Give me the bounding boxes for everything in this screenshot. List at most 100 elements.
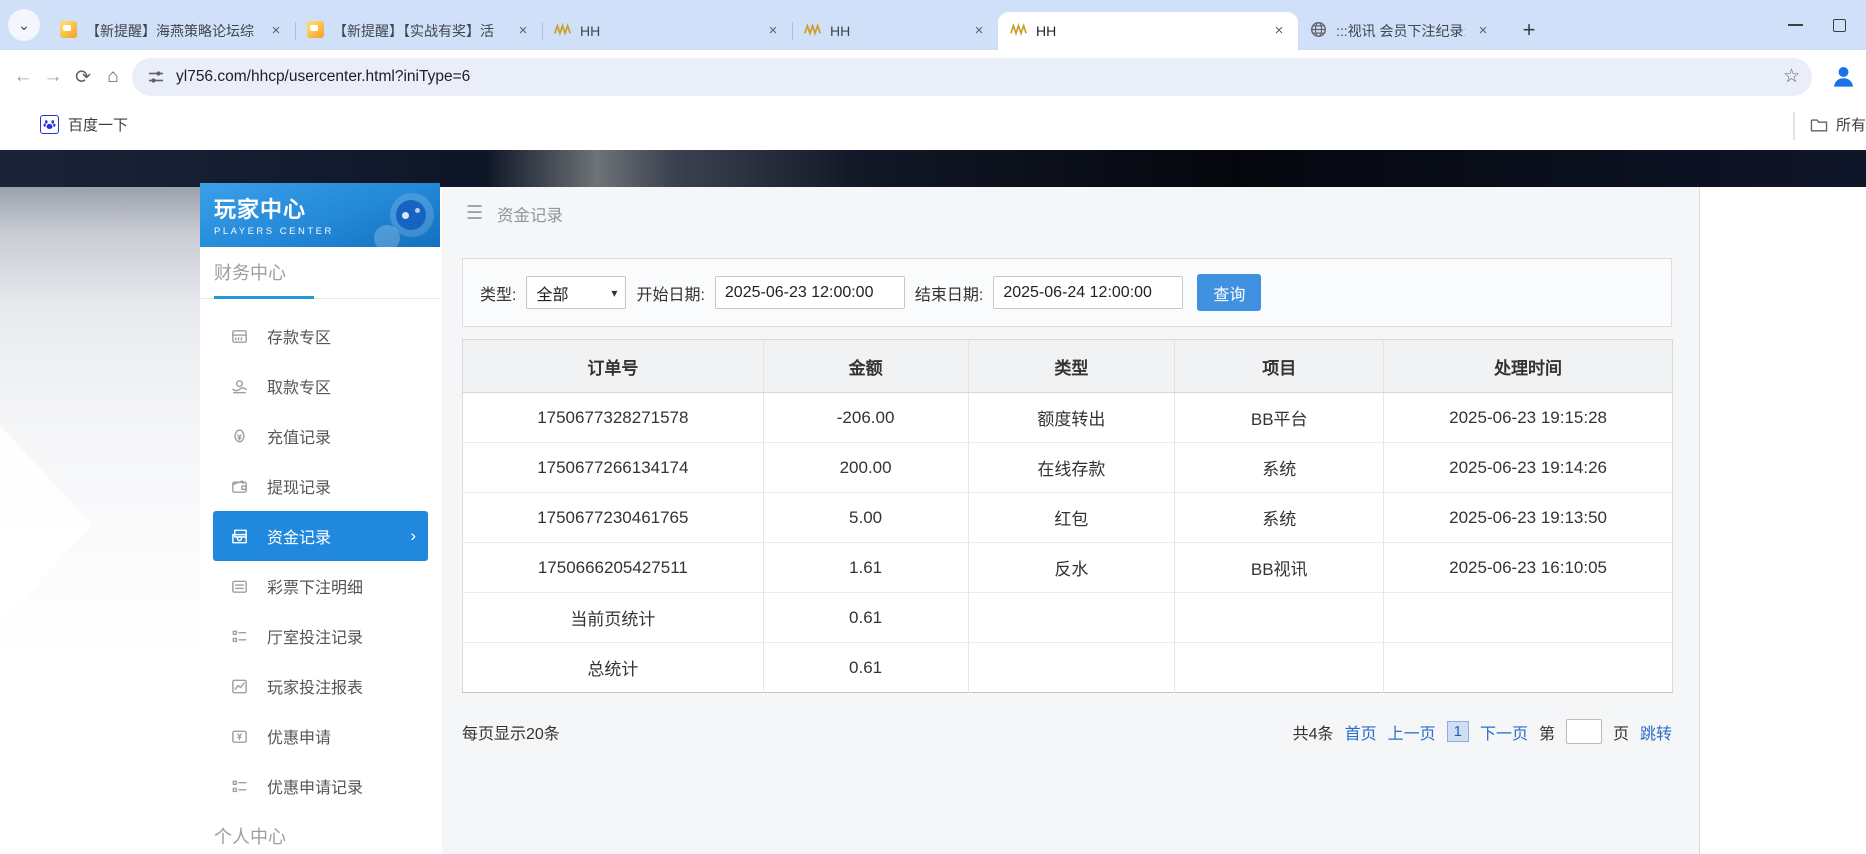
sidebar-item-deposit[interactable]: 存款专区 bbox=[200, 311, 440, 361]
section-underline bbox=[200, 296, 440, 299]
jump-label-pre: 第 bbox=[1539, 720, 1555, 744]
bookmark-star-icon[interactable]: ☆ bbox=[1783, 65, 1800, 89]
tab-close-icon[interactable]: × bbox=[1474, 22, 1492, 40]
tab[interactable]: :::视讯 会员下注纪录:::× bbox=[1298, 12, 1502, 50]
sidebar-item-label: 提现记录 bbox=[267, 474, 331, 498]
tab[interactable]: 【新提醒】【实战有奖】活 × bbox=[295, 12, 542, 50]
sidebar-item-promo-apply[interactable]: 优惠申请 bbox=[200, 711, 440, 761]
tab[interactable]: HH × bbox=[542, 12, 792, 50]
hamburger-icon[interactable]: ☰ bbox=[466, 202, 483, 225]
tab-search-dropdown[interactable]: ⌄ bbox=[8, 9, 40, 41]
end-date-input[interactable] bbox=[993, 276, 1183, 309]
table-cell: 2025-06-23 19:14:26 bbox=[1384, 443, 1673, 493]
tab[interactable]: HH× bbox=[792, 12, 998, 50]
tab-title: 【新提醒】【实战有奖】活 bbox=[333, 21, 505, 41]
sidebar-item-withdraw-record[interactable]: 提现记录 bbox=[200, 461, 440, 511]
sidebar-item-label: 优惠申请 bbox=[267, 724, 331, 748]
table-cell bbox=[1384, 593, 1673, 643]
tab-title: 【新提醒】海燕策略论坛综 bbox=[86, 21, 258, 41]
wallet-icon bbox=[230, 477, 249, 496]
table-cell: 1.61 bbox=[763, 543, 968, 593]
main-content: ☰ 资金记录 类型: 全部 ▾ 开始日期: 结束日期: 查询 bbox=[442, 187, 1700, 854]
table-cell: 200.00 bbox=[763, 443, 968, 493]
tab-title: HH bbox=[580, 23, 755, 39]
forward-icon[interactable]: → bbox=[40, 64, 66, 90]
withdraw-icon bbox=[230, 377, 249, 396]
sidebar-item-player-report[interactable]: 玩家投注报表 bbox=[200, 661, 440, 711]
grid-list-icon bbox=[230, 777, 249, 796]
tab-close-icon[interactable]: × bbox=[267, 22, 285, 40]
prev-page-link[interactable]: 上一页 bbox=[1388, 720, 1436, 744]
sidebar-section-finance: 财务中心 bbox=[200, 256, 440, 290]
page-viewport: 玩家中心 PLAYERS CENTER 财务中心 存款专区取款专区充值记录提现记… bbox=[0, 150, 1866, 854]
reload-icon[interactable]: ⟳ bbox=[70, 64, 96, 90]
deposit-icon bbox=[230, 327, 249, 346]
table-header-cell: 金额 bbox=[763, 340, 968, 393]
bookmark-label: 百度一下 bbox=[68, 114, 128, 135]
message-icon bbox=[60, 21, 77, 41]
tab-close-icon[interactable]: × bbox=[764, 22, 782, 40]
filter-bar: 类型: 全部 ▾ 开始日期: 结束日期: 查询 bbox=[462, 258, 1672, 327]
pagination-controls: 共4条 首页 上一页 1 下一页 第 页 跳转 bbox=[1293, 719, 1672, 744]
url-text[interactable]: yl756.com/hhcp/usercenter.html?iniType=6 bbox=[176, 68, 470, 86]
gamepad-graphic bbox=[364, 191, 434, 243]
table-cell: 0.61 bbox=[763, 643, 968, 693]
home-icon[interactable]: ⌂ bbox=[100, 64, 126, 90]
table-cell: -206.00 bbox=[763, 393, 968, 443]
sidebar-item-lottery-detail[interactable]: 彩票下注明细 bbox=[200, 561, 440, 611]
minimize-icon[interactable] bbox=[1788, 24, 1803, 26]
sidebar-item-hall-bet-record[interactable]: 厅室投注记录 bbox=[200, 611, 440, 661]
sidebar-item-recharge-record[interactable]: 充值记录 bbox=[200, 411, 440, 461]
restore-icon[interactable] bbox=[1833, 19, 1846, 32]
jump-button[interactable]: 跳转 bbox=[1640, 720, 1672, 744]
sidebar-item-label: 彩票下注明细 bbox=[267, 574, 363, 598]
url-bar[interactable]: yl756.com/hhcp/usercenter.html?iniType=6 bbox=[132, 58, 1812, 96]
sidebar-menu: 存款专区取款专区充值记录提现记录资金记录› 彩票下注明细厅室投注记录玩家投注报表优… bbox=[200, 311, 440, 811]
per-page-label: 每页显示20条 bbox=[462, 720, 560, 744]
all-bookmarks[interactable]: 所有书签 bbox=[1810, 114, 1866, 135]
list-icon bbox=[230, 577, 249, 596]
sidebar-item-withdraw[interactable]: 取款专区 bbox=[200, 361, 440, 411]
table-cell: 1750677328271578 bbox=[463, 393, 764, 443]
sidebar-item-label: 优惠申请记录 bbox=[267, 774, 363, 798]
bookmark-baidu[interactable]: 百度一下 bbox=[40, 114, 128, 135]
tab-close-icon[interactable]: × bbox=[1270, 22, 1288, 40]
table-header-cell: 订单号 bbox=[463, 340, 764, 393]
table-row: 1750677328271578-206.00额度转出BB平台2025-06-2… bbox=[463, 393, 1673, 443]
search-button[interactable]: 查询 bbox=[1197, 274, 1261, 311]
sidebar-item-label: 充值记录 bbox=[267, 424, 331, 448]
table-cell bbox=[1384, 643, 1673, 693]
table-row: 17506772304617655.00红包系统2025-06-23 19:13… bbox=[463, 493, 1673, 543]
tab-close-icon[interactable]: × bbox=[514, 22, 532, 40]
new-tab-button[interactable]: + bbox=[1512, 13, 1546, 47]
chart-icon bbox=[230, 677, 249, 696]
chevron-down-icon: ▾ bbox=[611, 286, 617, 300]
profile-avatar[interactable] bbox=[1830, 63, 1857, 90]
current-page[interactable]: 1 bbox=[1447, 721, 1469, 742]
table-row: 总统计0.61 bbox=[463, 643, 1673, 693]
type-select[interactable]: 全部 ▾ bbox=[526, 276, 626, 309]
sidebar-item-label: 资金记录 bbox=[267, 524, 331, 548]
page-title: 资金记录 bbox=[497, 202, 563, 226]
back-icon[interactable]: ← bbox=[10, 64, 36, 90]
table-cell bbox=[968, 643, 1175, 693]
table-cell: 2025-06-23 19:15:28 bbox=[1384, 393, 1673, 443]
sidebar-item-promo-record[interactable]: 优惠申请记录 bbox=[200, 761, 440, 811]
total-count: 共4条 bbox=[1293, 720, 1334, 744]
globe-icon bbox=[1310, 21, 1327, 41]
site-info-icon[interactable] bbox=[148, 69, 164, 85]
sidebar-item-funds-record[interactable]: 资金记录› bbox=[213, 511, 428, 561]
table-cell bbox=[1175, 593, 1384, 643]
content-header: ☰ 资金记录 bbox=[442, 187, 1699, 240]
page-jump-input[interactable] bbox=[1566, 719, 1602, 744]
tab[interactable]: 【新提醒】海燕策略论坛综 × bbox=[48, 12, 295, 50]
next-page-link[interactable]: 下一页 bbox=[1480, 720, 1528, 744]
tab[interactable]: HH× bbox=[998, 12, 1298, 50]
tab-close-icon[interactable]: × bbox=[970, 22, 988, 40]
ticket-icon bbox=[230, 727, 249, 746]
gold-logo-icon bbox=[554, 21, 571, 41]
first-page-link[interactable]: 首页 bbox=[1345, 720, 1377, 744]
table-row: 当前页统计0.61 bbox=[463, 593, 1673, 643]
start-date-input[interactable] bbox=[715, 276, 905, 309]
sidebar-item-label: 厅室投注记录 bbox=[267, 624, 363, 648]
